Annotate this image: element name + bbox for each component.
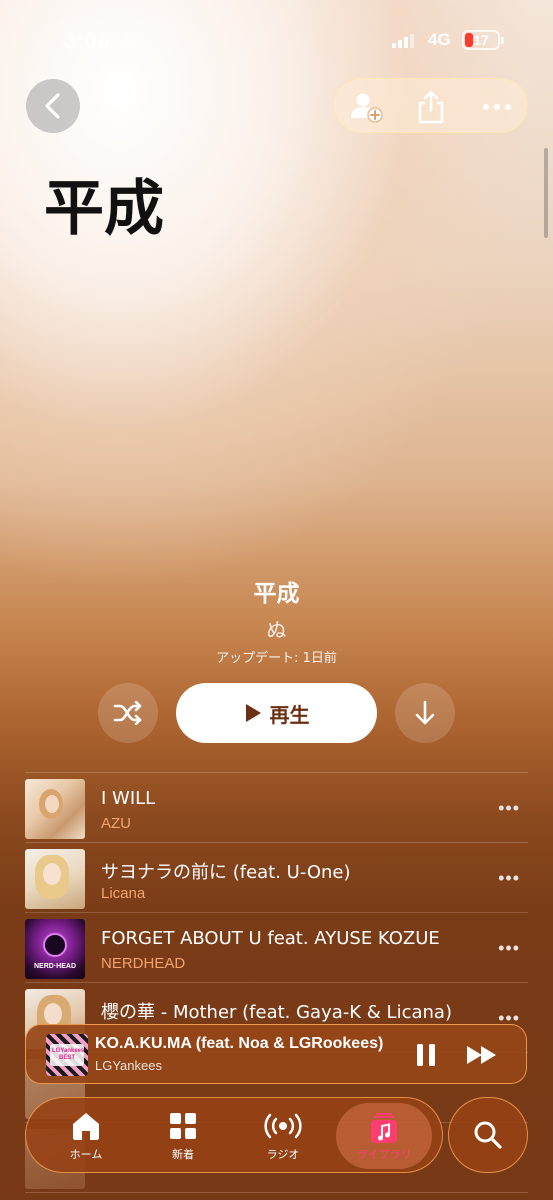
home-icon: [41, 1110, 131, 1142]
tab-label: ライブラリ: [356, 1148, 412, 1161]
play-button[interactable]: 再生: [176, 683, 377, 743]
share-button[interactable]: [401, 79, 461, 134]
track-more-button[interactable]: •••: [498, 938, 520, 959]
tab-new[interactable]: 新着: [138, 1098, 228, 1174]
album-art: [25, 779, 85, 839]
track-title: 櫻の華 - Mother (feat. Gaya-K & Licana): [101, 1002, 452, 1023]
more-options-button[interactable]: [467, 79, 527, 134]
tab-home[interactable]: ホーム: [41, 1098, 131, 1174]
album-art: NERD·HEAD: [25, 919, 85, 979]
battery-icon: 17: [462, 30, 500, 50]
now-playing-title: KO.A.KU.MA (feat. Noa & LGRookees): [95, 1035, 384, 1052]
track-title: FORGET ABOUT U feat. AYUSE KOZUE: [101, 928, 440, 949]
download-button[interactable]: [395, 683, 455, 743]
search-icon: [474, 1121, 502, 1149]
track-row[interactable]: NERD·HEAD FORGET ABOUT U feat. AYUSE KOZ…: [25, 913, 528, 983]
track-artist: AZU: [101, 815, 131, 832]
add-collaborator-button[interactable]: [337, 79, 397, 134]
chevron-left-icon: [45, 93, 60, 119]
track-more-button[interactable]: •••: [498, 798, 520, 819]
library-icon: [336, 1112, 432, 1144]
back-button[interactable]: [26, 79, 80, 133]
forward-icon: [467, 1046, 496, 1064]
playlist-title: 平成: [253, 581, 300, 607]
mini-player[interactable]: LGYankees BEST KO.A.KU.MA (feat. Noa & L…: [25, 1024, 527, 1084]
pause-button[interactable]: [408, 1039, 444, 1071]
person-add-icon: [351, 93, 383, 123]
track-title: I WILL: [101, 788, 156, 809]
moon-icon: ☾: [122, 28, 139, 48]
tab-label: ホーム: [69, 1148, 103, 1161]
page-title: 平成: [44, 174, 164, 244]
network-type: 4G: [428, 30, 451, 49]
playlist-screen: 3:06 ☾ 4G 17 平成 平成 ぬ アップデート: 1日前 再生 I WI…: [0, 0, 553, 1200]
now-playing-art: LGYankees BEST: [46, 1034, 88, 1076]
shuffle-icon: [113, 701, 142, 725]
download-arrow-icon: [415, 700, 435, 725]
tab-library[interactable]: ライブラリ: [336, 1103, 432, 1169]
status-time: 3:06: [64, 28, 111, 53]
track-title: サヨナラの前に (feat. U-One): [101, 862, 351, 883]
shuffle-button[interactable]: [98, 683, 158, 743]
tab-label: ラジオ: [266, 1148, 300, 1161]
grid-icon: [138, 1110, 228, 1142]
share-icon: [418, 90, 444, 123]
pause-icon: [417, 1044, 435, 1066]
album-art: [25, 849, 85, 909]
playlist-author[interactable]: ぬ: [0, 614, 553, 643]
track-artist: Licana: [101, 885, 146, 902]
search-button[interactable]: [448, 1097, 528, 1173]
tab-bar: ホーム 新着 ラジオ ライブラリ: [25, 1097, 443, 1173]
scrollbar[interactable]: [544, 148, 548, 238]
signal-icon: [392, 34, 416, 48]
track-artist: NERDHEAD: [101, 955, 186, 972]
track-row[interactable]: サヨナラの前に (feat. U-One) Licana •••: [25, 843, 528, 913]
play-label: 再生: [269, 702, 310, 727]
playlist-updated: アップデート: 1日前: [216, 651, 337, 666]
play-icon: [245, 704, 261, 722]
tab-radio[interactable]: ラジオ: [238, 1098, 328, 1174]
now-playing-artist: LGYankees: [95, 1058, 162, 1073]
next-button[interactable]: [462, 1039, 502, 1071]
header-actions: [333, 78, 528, 133]
track-more-button[interactable]: •••: [498, 868, 520, 889]
track-row[interactable]: I WILL AZU •••: [25, 773, 528, 843]
ellipsis-icon: [483, 103, 511, 110]
battery-level: 17: [473, 32, 489, 48]
tab-label: 新着: [172, 1148, 194, 1161]
radio-icon: [238, 1110, 328, 1142]
status-bar: 3:06 ☾ 4G 17: [0, 26, 553, 56]
